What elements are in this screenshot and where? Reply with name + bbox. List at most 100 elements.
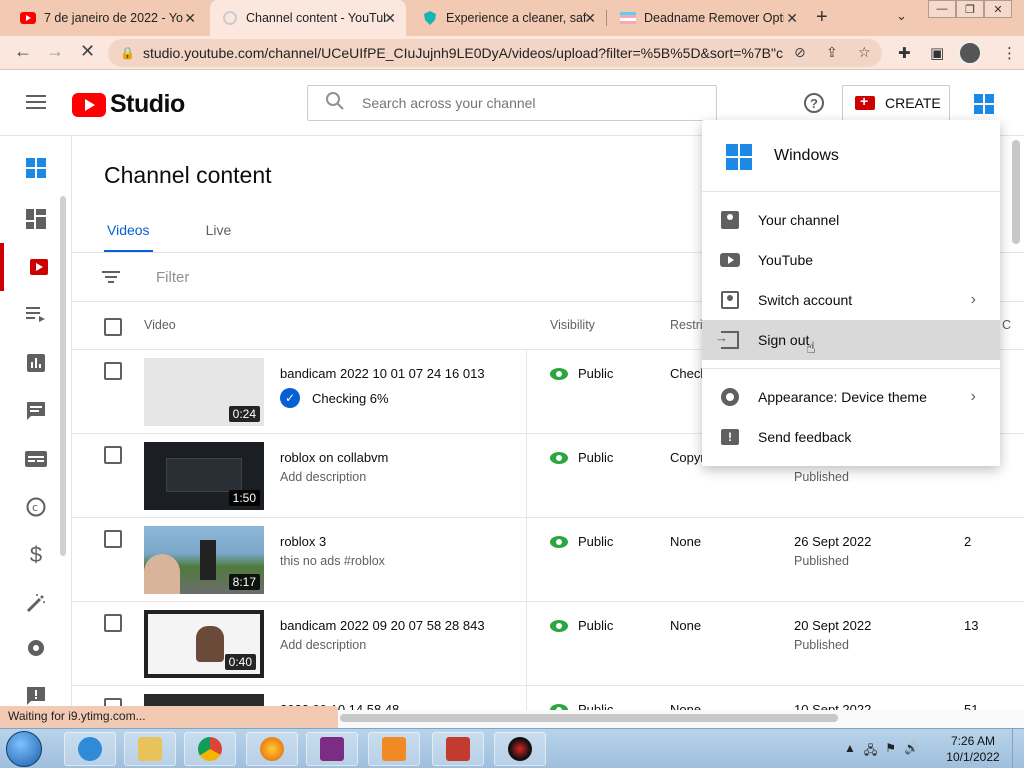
magic-wand-icon[interactable] bbox=[0, 579, 72, 627]
extensions-puzzle-icon[interactable]: ✚ bbox=[898, 44, 911, 62]
minimize-button[interactable]: — bbox=[928, 0, 956, 18]
duration-badge: 0:40 bbox=[224, 654, 256, 670]
video-description[interactable]: Add description bbox=[280, 638, 366, 652]
chrome-icon[interactable] bbox=[184, 732, 236, 766]
new-tab-button[interactable]: + bbox=[816, 6, 828, 29]
video-thumbnail[interactable]: 0:40 bbox=[144, 610, 264, 678]
video-title[interactable]: roblox 3 bbox=[280, 534, 326, 549]
account-avatar-button[interactable] bbox=[974, 94, 994, 114]
winrar-icon[interactable] bbox=[306, 732, 358, 766]
bandicam-icon[interactable] bbox=[494, 732, 546, 766]
menu-item-appearance[interactable]: Appearance: Device theme › bbox=[702, 377, 1000, 417]
menu-item-send-feedback[interactable]: ! Send feedback bbox=[702, 417, 1000, 457]
menu-item-your-channel[interactable]: Your channel bbox=[702, 200, 1000, 240]
filter-label: Filter bbox=[156, 268, 190, 286]
chevron-down-icon[interactable]: ⌄ bbox=[896, 8, 907, 24]
content-tabs: Videos Live bbox=[104, 220, 284, 253]
eye-slash-icon[interactable]: ⊘ bbox=[794, 44, 806, 61]
feedback-icon: ! bbox=[721, 429, 739, 445]
sidebar-icon[interactable]: ▣ bbox=[930, 44, 944, 62]
help-icon[interactable]: ? bbox=[804, 93, 824, 113]
video-description[interactable]: Add description bbox=[280, 470, 366, 484]
more-menu-icon[interactable]: ⋮ bbox=[1002, 44, 1017, 62]
row-checkbox[interactable] bbox=[104, 614, 122, 632]
browser-tab[interactable]: Deadname Remover Opti ✕ bbox=[608, 0, 808, 36]
menu-item-sign-out[interactable]: Sign out bbox=[702, 320, 1000, 360]
show-desktop-button[interactable] bbox=[1012, 729, 1024, 768]
column-header-video[interactable]: Video bbox=[144, 318, 176, 332]
tab-title: Deadname Remover Opti bbox=[644, 11, 784, 25]
visibility-cell[interactable]: Public bbox=[550, 702, 613, 710]
video-title[interactable]: roblox on collabvm bbox=[280, 450, 388, 465]
video-title[interactable]: bandicam 2022 10 01 07 24 16 013 bbox=[280, 366, 485, 381]
action-center-icon[interactable]: ⚑ bbox=[885, 741, 896, 762]
media-player-icon[interactable] bbox=[368, 732, 420, 766]
filter-bar[interactable]: Filter bbox=[102, 268, 189, 286]
browser-tab[interactable]: 7 de janeiro de 2022 - Yo ✕ bbox=[8, 0, 206, 36]
browser-tab[interactable]: Channel content - YouTub ✕ bbox=[210, 0, 406, 36]
forward-arrow-icon[interactable]: → bbox=[46, 41, 64, 62]
system-clock[interactable]: 7:26 AM 10/1/2022 bbox=[946, 733, 1000, 765]
file-explorer-icon[interactable] bbox=[124, 732, 176, 766]
close-icon[interactable]: ✕ bbox=[184, 10, 196, 27]
row-checkbox[interactable] bbox=[104, 446, 122, 464]
column-header-visibility[interactable]: Visibility bbox=[550, 318, 595, 332]
back-arrow-icon[interactable]: ← bbox=[14, 41, 32, 62]
video-title[interactable]: bandicam 2022 09 20 07 58 28 843 bbox=[280, 618, 485, 633]
column-header-c[interactable]: C bbox=[1002, 318, 1011, 332]
vm-app-icon[interactable] bbox=[432, 732, 484, 766]
share-icon[interactable]: ⇪ bbox=[826, 44, 838, 61]
tray-expand-icon[interactable]: ▲ bbox=[844, 741, 856, 762]
browser-tab-strip: 7 de janeiro de 2022 - Yo ✕ Channel cont… bbox=[0, 0, 1024, 36]
video-description[interactable]: this no ads #roblox bbox=[280, 554, 385, 568]
visibility-cell[interactable]: Public bbox=[550, 366, 613, 381]
tab-live[interactable]: Live bbox=[203, 220, 235, 253]
menu-item-youtube[interactable]: YouTube bbox=[702, 240, 1000, 280]
select-all-checkbox[interactable] bbox=[104, 318, 122, 336]
create-button[interactable]: CREATE bbox=[842, 85, 950, 121]
close-icon[interactable]: ✕ bbox=[786, 10, 798, 27]
visibility-cell[interactable]: Public bbox=[550, 450, 613, 465]
studio-logo[interactable]: Studio bbox=[72, 90, 185, 119]
menu-icon[interactable] bbox=[26, 95, 46, 113]
column-header-restrictions[interactable]: Restri bbox=[670, 318, 703, 332]
filter-icon[interactable] bbox=[102, 268, 120, 286]
tab-videos[interactable]: Videos bbox=[104, 220, 153, 253]
video-thumbnail[interactable]: 0:24 bbox=[144, 358, 264, 426]
window-close-button[interactable]: ✕ bbox=[984, 0, 1012, 18]
start-button[interactable] bbox=[6, 731, 42, 767]
browser-tab[interactable]: Experience a cleaner, safe ✕ bbox=[410, 0, 606, 36]
table-row[interactable]: 8:17 roblox 3 this no ads #roblox Public… bbox=[72, 518, 1024, 602]
profile-avatar[interactable] bbox=[958, 41, 982, 65]
page-scrollbar[interactable] bbox=[1012, 140, 1020, 244]
close-icon[interactable]: ✕ bbox=[584, 10, 596, 27]
row-checkbox[interactable] bbox=[104, 530, 122, 548]
horizontal-scrollbar[interactable] bbox=[340, 714, 838, 722]
url-text: studio.youtube.com/channel/UCeUIfPE_CIuJ… bbox=[142, 45, 783, 61]
menu-item-label: Your channel bbox=[758, 212, 840, 228]
row-checkbox[interactable] bbox=[104, 362, 122, 380]
visibility-cell[interactable]: Public bbox=[550, 534, 613, 549]
table-row[interactable]: 0:40 bandicam 2022 09 20 07 58 28 843 Ad… bbox=[72, 602, 1024, 686]
restore-button[interactable]: ❐ bbox=[956, 0, 984, 18]
video-thumbnail[interactable]: 1:50 bbox=[144, 442, 264, 510]
visibility-cell[interactable]: Public bbox=[550, 618, 613, 633]
views-count: 13 bbox=[964, 618, 979, 633]
rail-scrollbar[interactable] bbox=[60, 196, 66, 556]
internet-explorer-icon[interactable] bbox=[64, 732, 116, 766]
stop-icon[interactable]: ✕ bbox=[80, 41, 95, 62]
address-bar[interactable]: 🔒 studio.youtube.com/channel/UCeUIfPE_CI… bbox=[108, 39, 882, 67]
menu-item-switch-account[interactable]: Switch account › bbox=[702, 280, 1000, 320]
star-icon[interactable]: ☆ bbox=[858, 44, 871, 61]
search-box[interactable] bbox=[307, 85, 717, 121]
search-input[interactable] bbox=[362, 95, 682, 111]
volume-icon[interactable]: 🔊 bbox=[904, 741, 919, 762]
settings-gear-icon[interactable] bbox=[0, 624, 72, 672]
lock-icon[interactable]: 🔒 bbox=[120, 46, 135, 60]
close-icon[interactable]: ✕ bbox=[384, 10, 396, 27]
firefox-icon[interactable] bbox=[246, 732, 298, 766]
channel-avatar[interactable] bbox=[0, 144, 72, 192]
left-nav-rail: c $ bbox=[0, 136, 72, 710]
network-icon[interactable]: 🖧 bbox=[864, 741, 877, 762]
video-thumbnail[interactable]: 8:17 bbox=[144, 526, 264, 594]
